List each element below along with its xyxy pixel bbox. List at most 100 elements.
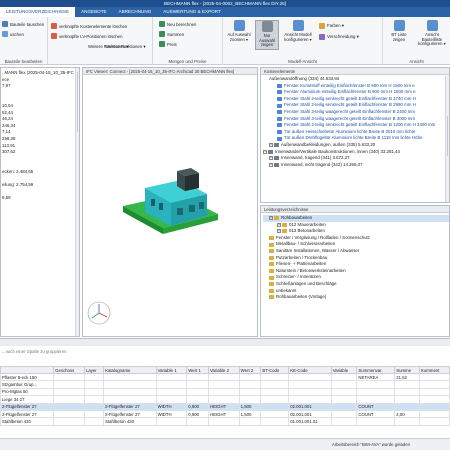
table-cell[interactable]: 21,52 [394, 372, 421, 382]
scroll-thumb[interactable] [447, 116, 448, 156]
expand-toggle-icon[interactable]: + [277, 222, 281, 227]
table-cell[interactable] [260, 380, 290, 389]
tree-item[interactable]: Fenster Kunststoff einteilig Einflachfen… [263, 83, 449, 90]
table-cell[interactable] [83, 380, 105, 389]
table-cell[interactable] [238, 387, 262, 397]
component-row[interactable]: ..MANN flex (2025-04-15_10_35-IFC [2, 70, 79, 77]
configure-list-view-button[interactable]: Ansicht Bauteilliste konfigurieren ▾ [415, 20, 449, 50]
component-row[interactable]: 258,38 [2, 136, 79, 143]
table-cell[interactable] [53, 380, 85, 389]
table-cell[interactable] [330, 380, 358, 389]
table-cell[interactable] [53, 409, 85, 419]
table-cell[interactable] [155, 387, 188, 397]
table-cell[interactable] [155, 417, 188, 426]
table-cell[interactable] [186, 395, 209, 404]
table-cell[interactable] [83, 395, 105, 404]
table-cell[interactable] [260, 417, 290, 426]
window-element[interactable] [177, 208, 183, 215]
table-row[interactable]: Pflaster 8-eck 150 NETAREA 21,52 [0, 372, 450, 382]
table-cell[interactable] [83, 402, 105, 411]
column-header[interactable]: Wert 1 [186, 366, 209, 374]
column-header[interactable] [0, 366, 55, 374]
component-row[interactable] [2, 176, 79, 183]
table-cell[interactable] [394, 380, 421, 389]
table-row[interactable]: 2-Flügelfenster 27 2-Flügelfenster 27 WIDT… [0, 402, 450, 411]
component-row[interactable]: 52,44 [2, 110, 79, 117]
table-cell[interactable] [330, 372, 358, 382]
table-cell[interactable] [330, 387, 358, 397]
table-cell[interactable]: Liege 34 27 [0, 395, 55, 404]
table-cell[interactable]: 01.001.001.01 [288, 417, 332, 426]
tree-item[interactable]: Putzarbeiten / Trockenbau [263, 255, 449, 262]
table-cell[interactable] [103, 372, 157, 382]
delete-cost-links-button[interactable]: verknüpfte Kostenelemente löschen [51, 23, 127, 29]
tree-item[interactable]: Fenster Stahl 2-teilig senkrecht geteilt… [263, 96, 449, 103]
left-scrollbar[interactable] [75, 68, 79, 336]
table-cell[interactable]: 0,900 [186, 409, 209, 419]
table-cell[interactable] [207, 395, 240, 404]
table-cell[interactable]: 4,00 [394, 409, 421, 419]
table-cell[interactable]: Stahlbeton 420 [103, 417, 157, 426]
column-header[interactable]: Komment [419, 366, 450, 374]
component-row[interactable]: ecken: 2.484,65 [2, 169, 79, 176]
expand-toggle-icon[interactable]: − [263, 149, 267, 154]
table-cell[interactable]: 1,500 [238, 402, 262, 411]
intersection-button[interactable]: Verschneidung ▾ [319, 34, 359, 40]
table-cell[interactable] [419, 387, 450, 397]
menu-lv[interactable]: LEISTUNGSVERZEICHNISSE [0, 7, 76, 17]
tree-item[interactable]: Rohbauarbeiten (Vorlage) [263, 294, 449, 301]
component-row[interactable]: 7,14 [2, 129, 79, 136]
expand-toggle-icon[interactable]: + [269, 163, 273, 168]
table-cell[interactable] [419, 409, 450, 419]
tree-item[interactable]: Metallbau- / Schlosserarbeiten [263, 241, 449, 248]
column-header[interactable]: KE-Code [288, 366, 332, 374]
expand-toggle-icon[interactable]: − [269, 216, 273, 221]
tree-item[interactable]: Außenwandöffnung (334) 44.633,84 [263, 76, 449, 83]
table-cell[interactable]: Stzgambur Grup... [0, 380, 55, 389]
window-element[interactable] [159, 203, 163, 210]
component-row[interactable] [2, 189, 79, 196]
table-cell[interactable] [207, 387, 240, 397]
table-cell[interactable] [288, 395, 332, 404]
table-cell[interactable] [186, 417, 209, 426]
recalculate-button[interactable]: Neu berechnen [159, 21, 196, 27]
table-cell[interactable] [356, 395, 396, 404]
table-cell[interactable] [186, 380, 209, 389]
more-functions-2-button[interactable]: Weitere Funktionen ▾ [105, 44, 146, 50]
expand-toggle-icon[interactable]: + [269, 143, 273, 148]
show-selection-only-button[interactable]: Nur Auswahl zeigen [255, 20, 279, 50]
column-header[interactable]: Geschoss [53, 366, 85, 374]
table-cell[interactable] [330, 395, 358, 404]
building-model[interactable] [123, 168, 218, 234]
tree-item[interactable]: − Rohbauarbeiten [263, 215, 449, 222]
menu-auswertung[interactable]: AUSWERTUNG & EXPORT [157, 7, 227, 17]
table-cell[interactable] [356, 417, 396, 426]
tree-item[interactable]: Fenster / Verglasung / Rollladen / Sonne… [263, 235, 449, 242]
component-row[interactable]: 307,62 [2, 149, 79, 156]
tree-item[interactable]: Fenster Stahl 2-teilig senkrecht geteilt… [263, 102, 449, 109]
table-cell[interactable] [288, 387, 332, 397]
table-cell[interactable] [260, 387, 290, 397]
table-cell[interactable] [356, 380, 396, 389]
table-cell[interactable] [155, 395, 188, 404]
table-cell[interactable] [356, 387, 396, 397]
tree-item[interactable]: Schließanlagen und Beschläge [263, 281, 449, 288]
table-cell[interactable] [419, 372, 450, 382]
delete-lv-links-button[interactable]: verknüpfte LV-Positionen löschen [51, 33, 122, 39]
window-element[interactable] [199, 202, 204, 209]
tree-item[interactable]: Sanitäre Installationen, Wasser / Abwass… [263, 248, 449, 255]
table-cell[interactable]: 02.001.001 [288, 402, 332, 411]
tauschen-button[interactable]: uschen [2, 31, 24, 37]
table-cell[interactable] [155, 372, 188, 382]
table-cell[interactable] [330, 417, 358, 426]
table-cell[interactable]: WIDTH [155, 409, 188, 419]
table-cell[interactable] [260, 409, 290, 419]
table-cell[interactable] [83, 372, 105, 382]
table-cell[interactable]: 2-Flügelfenster 27 [103, 409, 157, 419]
tree-item[interactable]: + Innenwand, nicht tragend (342) 14.255,0… [263, 162, 449, 169]
table-cell[interactable] [330, 409, 358, 419]
table-cell[interactable] [155, 380, 188, 389]
tree-item[interactable]: +012 Mauerarbeiten [263, 222, 449, 229]
table-cell[interactable] [53, 387, 85, 397]
price-button[interactable]: Preis [159, 41, 177, 47]
